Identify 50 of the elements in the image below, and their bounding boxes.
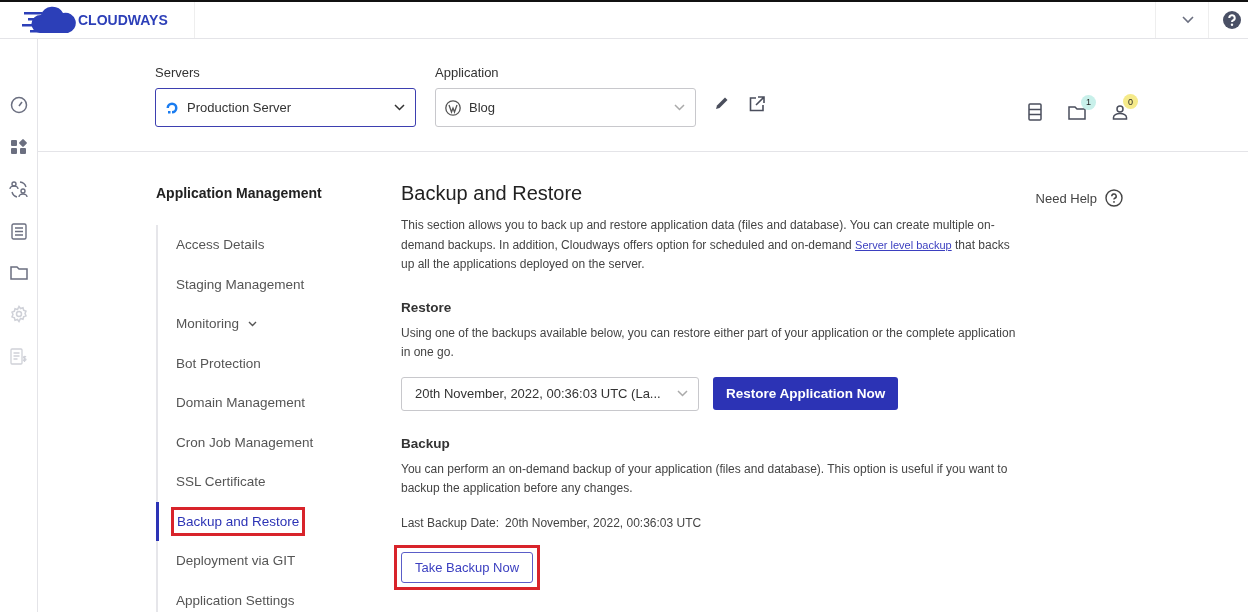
backup-description: You can perform an on-demand backup of your application (files and database). This option is useful if you want to backup the application before any changes. [401,460,1009,497]
backup-dropdown[interactable]: 20th November, 2022, 00:36:03 UTC (La... [401,376,699,411]
page-title: Backup and Restore [401,182,583,205]
chevron-down-icon [394,104,405,111]
nav-heading: Application Management [156,185,323,201]
help-link[interactable]: Need Help [1035,190,1097,206]
nav-item[interactable]: Access Details [174,234,267,256]
selector-label: Servers [155,65,201,80]
wordpress-icon [445,99,461,116]
restore-button[interactable]: Restore Application Now [713,376,899,410]
dropdown-field[interactable]: Production Server [155,88,416,127]
last-backup-label: Last Backup Date: [401,515,500,530]
nav-item[interactable]: Application Settings [174,589,297,611]
section-heading: Backup [401,435,451,451]
users-cycle-icon[interactable] [8,180,29,198]
server-provider-icon [165,100,179,115]
user-icon[interactable] [1112,104,1128,120]
help-icon[interactable] [1223,11,1241,29]
last-backup-date: 20th November, 2022, 00:36:03 UTC [505,515,702,530]
intro-paragraph: This section allows you to back up and restore application data (files and database). You can create multiple on-demand backups. In addition, Cloudways offers option for scheduled and on-demand Server level backup that backs up all the applications deployed on the server. [401,217,1011,273]
document-icon[interactable] [10,223,27,240]
folder-icon[interactable] [1068,104,1086,120]
nav-item[interactable]: Staging Management [174,273,307,295]
count-badge: 1 [1081,94,1096,110]
server-backup-link[interactable]: Server level backup [855,238,952,251]
count-badge: 0 [1123,94,1138,109]
nav-item[interactable]: Bot Protection [174,352,263,374]
restore-description: Using one of the backups available below, you can restore either part of your application or the complete application in one go. [401,324,1017,361]
server-icon[interactable] [1028,103,1042,121]
edit-icon[interactable] [715,96,729,110]
gauge-icon[interactable] [9,96,28,114]
dropdown-field[interactable]: Blog [435,88,696,127]
nav-item[interactable]: Domain Management [174,392,308,414]
section-heading: Restore [401,299,453,315]
help-icon[interactable] [1105,189,1123,207]
cloud-logo-icon [22,6,76,34]
take-backup-button[interactable]: Take Backup Now [401,551,534,583]
selector-label: Application [435,65,500,80]
nav-item[interactable]: Backup and Restore [174,509,303,533]
nav-item[interactable]: SSL Certificate [174,471,268,493]
apps-icon[interactable] [10,139,27,155]
nav-item[interactable]: Deployment via GIT [174,550,298,572]
chevron-down-icon[interactable] [248,320,258,327]
chevron-down-icon [677,390,688,397]
nav-item[interactable]: Cron Job Management [174,431,316,453]
chevron-down-icon [674,104,685,111]
brand-name: CLOUDWAYS [78,12,168,28]
folder-icon[interactable] [9,265,28,280]
nav-item[interactable]: Monitoring [174,313,242,335]
external-link-icon[interactable] [749,96,765,112]
